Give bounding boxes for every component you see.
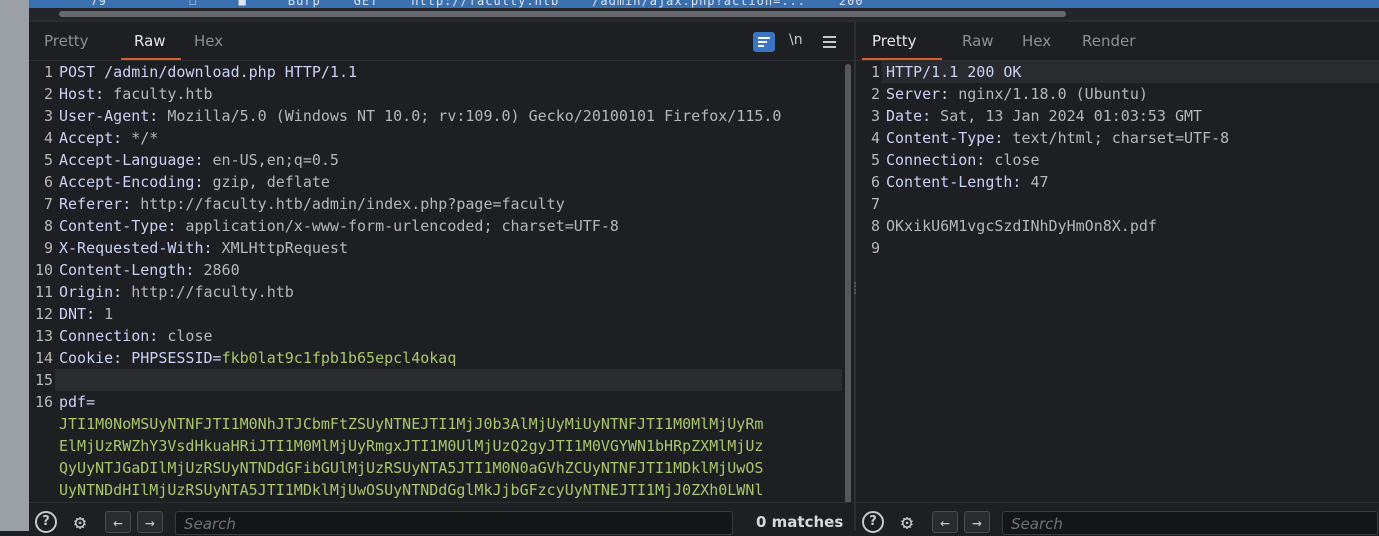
response-panel: Pretty Raw Hex Render 1 HTTP/1.1 200 OK 2… (856, 22, 1379, 535)
match-count: 0 matches (756, 513, 844, 531)
response-tabs: Pretty Raw Hex Render (856, 22, 1379, 61)
cookie-value: fkb0lat9c1fpb1b65epcl4okaq (221, 349, 457, 367)
response-body-filename: OKxikU6M1vgcSzdINhDyHmOn8X.pdf (886, 217, 1157, 235)
history-horizontal-scrollbar[interactable] (59, 11, 1066, 17)
hamburger-menu-icon[interactable] (821, 32, 837, 52)
tab-request-hex[interactable]: Hex (194, 32, 223, 50)
history-table-partial[interactable]: 79 ☐ ■ Burp GET http://faculty.htb /admi… (29, 0, 1379, 20)
request-tabs: Pretty Raw Hex \n (29, 22, 854, 61)
request-panel: Pretty Raw Hex \n 1 POST /admin/download.… (29, 22, 854, 535)
scrollbar-thumb[interactable] (845, 64, 851, 504)
gear-icon[interactable]: ⚙ (896, 511, 918, 533)
response-search-input[interactable]: Search (1002, 511, 1378, 535)
active-tab-underline (121, 58, 181, 60)
newline-toggle[interactable]: \n (789, 32, 809, 52)
selected-history-row-text: 79 ☐ ■ Burp GET http://faculty.htb /admi… (74, 0, 864, 8)
current-line-highlight (55, 369, 842, 391)
tab-response-pretty[interactable]: Pretty (872, 32, 917, 50)
arrow-right-icon[interactable]: → (137, 511, 163, 533)
help-icon[interactable]: ? (35, 511, 57, 533)
response-search-bar: ? ⚙ ← → Search (856, 502, 1379, 535)
help-icon[interactable]: ? (862, 511, 884, 533)
arrow-right-icon[interactable]: → (964, 511, 990, 533)
request-editor[interactable]: 1 POST /admin/download.php HTTP/1.1 2 Host… (29, 61, 854, 504)
tab-request-raw[interactable]: Raw (134, 32, 166, 50)
arrow-left-icon[interactable]: ← (105, 511, 131, 533)
gear-icon[interactable]: ⚙ (69, 511, 91, 533)
request-search-bar: ? ⚙ ← → Search 0 matches (29, 502, 854, 535)
left-window-edge (0, 0, 29, 531)
request-vertical-scrollbar[interactable] (845, 64, 851, 504)
request-search-input[interactable]: Search (175, 511, 733, 535)
word-wrap-icon[interactable] (753, 32, 775, 52)
tab-response-hex[interactable]: Hex (1022, 32, 1051, 50)
tab-response-raw[interactable]: Raw (962, 32, 994, 50)
active-tab-underline (862, 58, 942, 60)
tab-request-pretty[interactable]: Pretty (44, 32, 89, 50)
tab-response-render[interactable]: Render (1082, 32, 1135, 50)
response-editor[interactable]: 1 HTTP/1.1 200 OK 2 Server: nginx/1.18.0 (… (856, 61, 1379, 504)
arrow-left-icon[interactable]: ← (932, 511, 958, 533)
